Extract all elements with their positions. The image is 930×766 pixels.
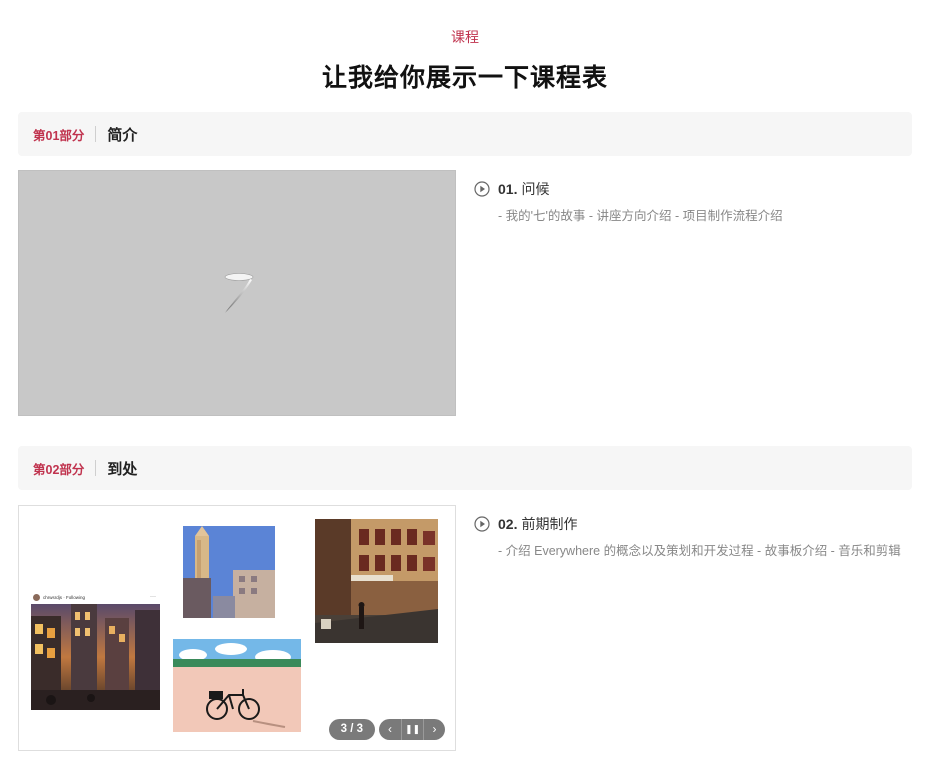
lesson-number: 02. <box>498 516 518 532</box>
gallery-image-bicycle <box>173 639 301 732</box>
avatar <box>33 593 40 601</box>
section-header-01[interactable]: 第01部分 简介 <box>18 112 912 156</box>
loading-spinner-icon <box>224 273 254 313</box>
section-title: 到处 <box>107 460 138 478</box>
section-divider <box>95 460 97 476</box>
lesson-item-01[interactable]: 01. 问候 - 我的'七'的故事 - 讲座方向介绍 - 项目制作流程介绍 <box>474 180 914 224</box>
gallery-controls: ‹ ❚❚ › <box>379 719 445 740</box>
post-header: chrwsrdjs · Following <box>43 594 86 600</box>
lesson-description: - 我的'七'的故事 - 讲座方向介绍 - 项目制作流程介绍 <box>498 209 783 223</box>
section-divider <box>95 126 97 142</box>
section-number: 第02部分 <box>33 462 85 477</box>
lesson-description: - 介绍 Everywhere 的概念以及策划和开发过程 - 故事板介绍 - 音… <box>498 544 901 558</box>
section-number: 第01部分 <box>33 128 85 143</box>
course-eyebrow: 课程 <box>451 29 479 45</box>
page-title: 让我给你展示一下课程表 <box>321 64 608 92</box>
more-icon: ··· <box>150 594 156 600</box>
gallery-image-night-street: chrwsrdjs · Following ··· <box>31 590 160 710</box>
gallery-counter: 3 / 3 <box>328 719 375 740</box>
play-circle-icon[interactable] <box>474 516 490 532</box>
lesson-item-02[interactable]: 02. 前期制作 - 介绍 Everywhere 的概念以及策划和开发过程 - … <box>474 515 914 559</box>
lesson-number: 01. <box>498 181 518 197</box>
lesson-video-placeholder[interactable] <box>18 170 456 416</box>
section-header-02[interactable]: 第02部分 到处 <box>18 446 912 490</box>
gallery-pager: 3 / 3 ‹ ❚❚ › <box>328 719 445 740</box>
gallery-image-tower <box>183 526 275 618</box>
gallery-image-sunlit-street <box>315 519 438 643</box>
play-circle-icon[interactable] <box>474 181 490 197</box>
lesson-title: 问候 <box>521 181 550 197</box>
lesson-title: 前期制作 <box>521 516 578 532</box>
chevron-left-icon[interactable]: ‹ <box>379 719 401 740</box>
chevron-right-icon[interactable]: › <box>423 719 445 740</box>
pause-icon[interactable]: ❚❚ <box>401 719 423 740</box>
section-title: 简介 <box>107 126 138 144</box>
lesson-image-gallery[interactable]: chrwsrdjs · Following ··· 3 / 3 ‹ ❚❚ › <box>18 505 456 751</box>
